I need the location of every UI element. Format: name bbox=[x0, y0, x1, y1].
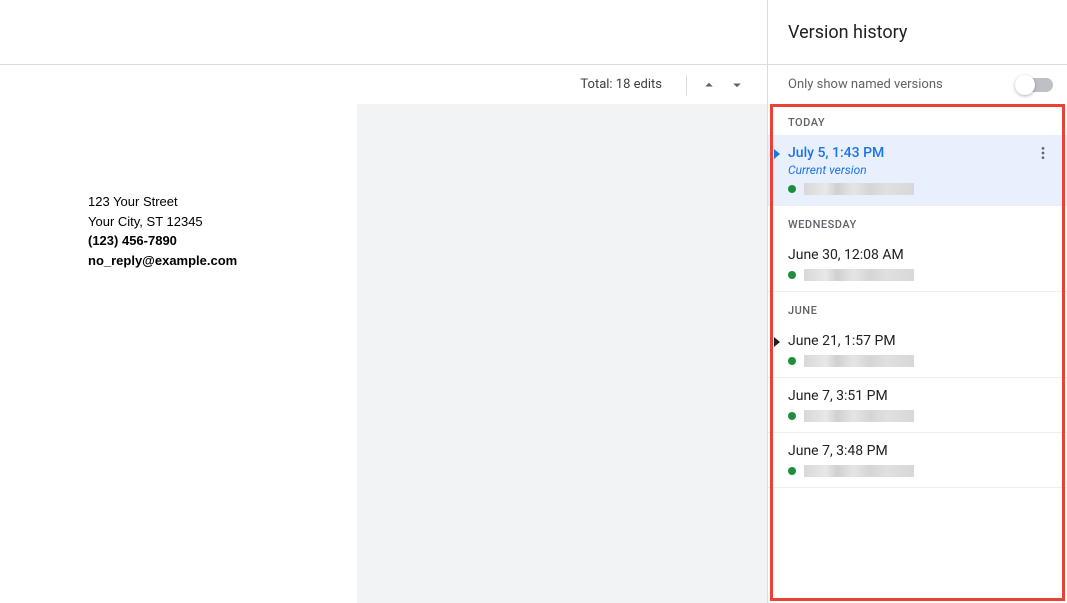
contributor-dot-icon bbox=[788, 357, 796, 365]
named-versions-toggle[interactable] bbox=[1017, 78, 1053, 92]
version-timestamp: June 21, 1:57 PM bbox=[788, 333, 896, 349]
expand-triangle-icon[interactable] bbox=[774, 337, 780, 347]
contributor-row bbox=[788, 355, 1051, 367]
contributor-dot-icon bbox=[788, 467, 796, 475]
more-vert-icon bbox=[1035, 145, 1051, 161]
main-area: Total: 18 edits 123 Your Street Your Cit… bbox=[0, 0, 767, 603]
group-header-june: JUNE bbox=[768, 292, 1067, 323]
contributor-dot-icon bbox=[788, 271, 796, 279]
contributor-row bbox=[788, 465, 1051, 477]
version-item[interactable]: June 21, 1:57 PM bbox=[768, 323, 1067, 378]
sidebar-header: Version history bbox=[768, 0, 1067, 64]
doc-street: 123 Your Street bbox=[88, 192, 357, 212]
toolbar: Total: 18 edits bbox=[0, 64, 767, 104]
version-history-sidebar: Version history Only show named versions… bbox=[767, 0, 1067, 603]
chevron-down-icon bbox=[728, 76, 746, 94]
version-item[interactable]: June 7, 3:48 PM bbox=[768, 433, 1067, 488]
contributor-row bbox=[788, 183, 1051, 195]
contributor-name-redacted bbox=[804, 465, 914, 477]
doc-phone: (123) 456-7890 bbox=[88, 231, 357, 251]
contributor-dot-icon bbox=[788, 185, 796, 193]
prev-edit-button[interactable] bbox=[695, 71, 723, 99]
more-options-button[interactable] bbox=[1035, 145, 1051, 165]
version-item[interactable]: June 7, 3:51 PM bbox=[768, 378, 1067, 433]
expand-triangle-icon[interactable] bbox=[774, 149, 780, 159]
contributor-row bbox=[788, 410, 1051, 422]
version-item[interactable]: June 30, 12:08 AM bbox=[768, 237, 1067, 292]
doc-city: Your City, ST 12345 bbox=[88, 212, 357, 232]
version-timestamp: July 5, 1:43 PM bbox=[788, 145, 884, 161]
toggle-knob bbox=[1015, 75, 1035, 95]
named-versions-toggle-row: Only show named versions bbox=[768, 64, 1067, 104]
contributor-row bbox=[788, 269, 1051, 281]
divider bbox=[686, 75, 687, 95]
total-edits-label: Total: 18 edits bbox=[580, 77, 662, 92]
group-header-wednesday: WEDNESDAY bbox=[768, 206, 1067, 237]
version-timestamp: June 30, 12:08 AM bbox=[788, 247, 904, 263]
top-spacer bbox=[0, 0, 767, 64]
group-header-today: TODAY bbox=[768, 104, 1067, 135]
version-timestamp: June 7, 3:48 PM bbox=[788, 443, 888, 459]
contributor-name-redacted bbox=[804, 183, 914, 195]
current-version-label: Current version bbox=[788, 163, 1051, 177]
version-list: TODAY July 5, 1:43 PM Current version WE… bbox=[768, 104, 1067, 603]
version-timestamp: June 7, 3:51 PM bbox=[788, 388, 888, 404]
sidebar-title: Version history bbox=[788, 22, 907, 43]
doc-email: no_reply@example.com bbox=[88, 251, 357, 271]
version-item[interactable]: July 5, 1:43 PM Current version bbox=[768, 135, 1067, 206]
contributor-name-redacted bbox=[804, 269, 914, 281]
contributor-dot-icon bbox=[788, 412, 796, 420]
document-canvas: 123 Your Street Your City, ST 12345 (123… bbox=[0, 104, 767, 603]
chevron-up-icon bbox=[700, 76, 718, 94]
next-edit-button[interactable] bbox=[723, 71, 751, 99]
document-page[interactable]: 123 Your Street Your City, ST 12345 (123… bbox=[0, 104, 357, 603]
contributor-name-redacted bbox=[804, 355, 914, 367]
contributor-name-redacted bbox=[804, 410, 914, 422]
toggle-label: Only show named versions bbox=[788, 77, 943, 92]
